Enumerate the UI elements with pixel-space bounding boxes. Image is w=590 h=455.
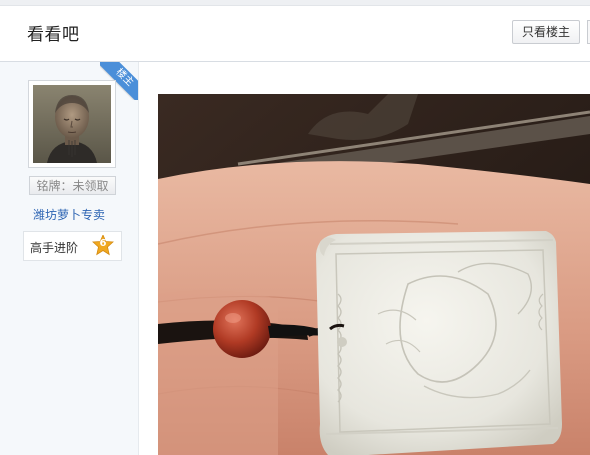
level-box[interactable]: 高手进阶 6 [23,231,122,261]
page: 看看吧 只看楼主 楼主 铭牌：未领取 潍坊萝卜专卖 高手进阶 6 [0,0,590,455]
avatar[interactable] [28,80,116,168]
badge-button[interactable]: 铭牌：未领取 [29,176,116,195]
jade-pendant-photo [158,94,590,455]
avatar-image [33,85,111,163]
post-photo[interactable] [158,94,590,455]
author-name-link[interactable]: 潍坊萝卜专卖 [0,206,138,223]
level-number: 6 [99,238,107,249]
thread-title: 看看吧 [27,25,80,45]
only-op-button[interactable]: 只看楼主 [512,20,580,44]
thread-header: 看看吧 只看楼主 [0,6,590,62]
level-title: 高手进阶 [30,241,79,255]
